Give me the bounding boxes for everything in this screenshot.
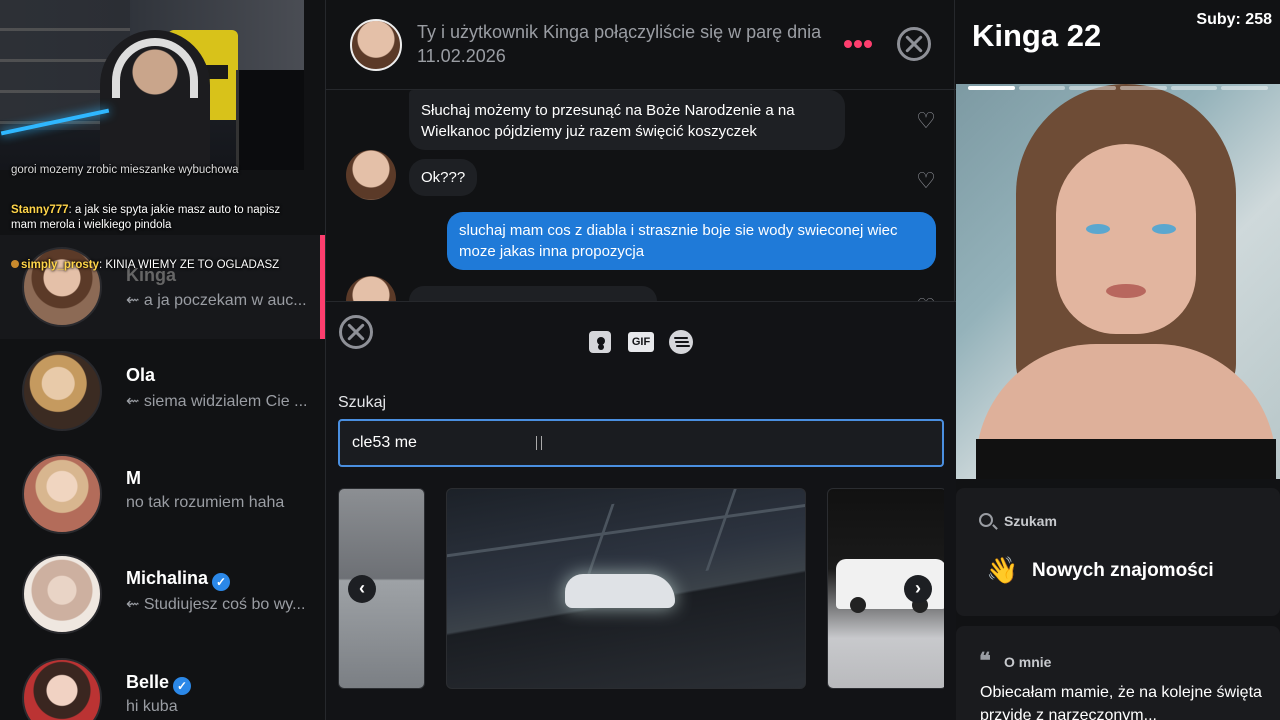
conversation-preview-text: a ja poczekam w auc...: [143, 292, 307, 309]
seeking-card: Szukam 👋 Nowych znajomości: [956, 488, 1280, 616]
about-text: Obiecałam mamie, że na kolejne święta pr…: [980, 684, 1262, 720]
photo-eye: [1152, 224, 1176, 234]
photo-progress-segment[interactable]: [1018, 86, 1066, 90]
profile-photo[interactable]: [956, 84, 1280, 479]
reply-arrow-icon: ⇜: [126, 596, 140, 613]
conversation-preview: ⇜ Studiujesz coś bo wy...: [126, 594, 316, 614]
match-avatar[interactable]: [350, 19, 402, 71]
conversation-preview-text: hi kuba: [126, 698, 178, 715]
gif-result[interactable]: [446, 488, 806, 689]
profile-name-age: Kinga 22: [972, 18, 1102, 53]
profile-panel: Kinga 22 Suby: 258 Szukam 👋 Nowych znajo…: [956, 0, 1280, 720]
conversation-item-ola[interactable]: Ola ⇜ siema widzialem Cie ...: [0, 339, 325, 443]
conversation-item-kinga[interactable]: Kinga ⇜ a ja poczekam w auc...: [0, 235, 325, 339]
gif-picker-panel: GIF Szukaj ‹ ›: [326, 301, 956, 720]
close-gif-picker-button[interactable]: [339, 315, 373, 349]
conversation-item-belle[interactable]: Belle ✓ hi kuba: [0, 646, 325, 720]
stream-chat-text: goroi mozemy zrobic mieszanke wybuchowa: [11, 164, 239, 176]
conversation-name: Belle ✓: [126, 672, 192, 695]
message-avatar: [346, 150, 396, 200]
incoming-message-partial: [409, 286, 657, 301]
conversation-preview: ⇜ siema widzialem Cie ...: [126, 391, 316, 411]
chevron-right-icon[interactable]: ›: [904, 575, 932, 603]
conversation-name-text: Michalina: [126, 568, 209, 588]
verified-icon: ✓: [212, 573, 231, 591]
stream-chat-message: goroi mozemy zrobic mieszanke wybuchowa: [11, 163, 301, 178]
conversation-name-text: Belle: [126, 672, 170, 692]
reply-arrow-icon: ⇜: [126, 393, 140, 410]
conversation-preview-text: no tak rozumiem haha: [126, 494, 285, 511]
conversation-name: Ola: [126, 365, 156, 385]
photo-eye: [1086, 224, 1110, 234]
chat-badge-icon: [11, 260, 19, 268]
photo-progress-segment[interactable]: [1221, 86, 1269, 90]
wave-icon: 👋: [986, 555, 1019, 585]
outgoing-message: sluchaj mam cos z diabla i strasznie boj…: [447, 212, 936, 270]
chat-panel: Ty i użytkownik Kinga połączyliście się …: [325, 0, 956, 720]
conversation-item-m[interactable]: M no tak rozumiem haha: [0, 442, 325, 546]
avatar: [22, 658, 102, 720]
avatar: [22, 454, 102, 534]
photo-top: [976, 439, 1276, 479]
photo-lips: [1106, 284, 1146, 298]
verified-icon: ✓: [173, 677, 192, 695]
webcam-monitor: [236, 70, 304, 170]
text-cursor-icon: [536, 436, 542, 450]
about-title: O mnie: [1004, 654, 1052, 670]
search-label: Szukaj: [338, 394, 387, 411]
close-chat-button[interactable]: [897, 27, 931, 61]
photo-face: [1056, 144, 1196, 334]
incoming-message: Słuchaj możemy to przesunąć na Boże Naro…: [409, 90, 845, 150]
gif-icon[interactable]: GIF: [628, 332, 654, 352]
photo-progress-segment[interactable]: [1170, 86, 1218, 90]
more-dots-icon[interactable]: [844, 40, 874, 48]
photo-progress-indicator: [968, 86, 1269, 90]
conversation-name: Michalina ✓: [126, 568, 231, 591]
subs-counter: Suby: 258: [1196, 11, 1272, 28]
conversation-sidebar: Kinga ⇜ a ja poczekam w auc... Ola ⇜ sie…: [0, 0, 325, 720]
avatar: [22, 554, 102, 634]
message-list: Słuchaj możemy to przesunąć na Boże Naro…: [326, 90, 956, 301]
heart-icon[interactable]: ♡: [915, 110, 937, 132]
gif-results-carousel: ‹ ›: [338, 487, 944, 690]
seeking-title: Szukam: [1004, 513, 1057, 529]
stream-chat-text: KINIA WIEMY ZE TO OGLADASZ: [105, 259, 280, 271]
stream-chat-user: simply_prosty: [21, 259, 99, 271]
incoming-message: Ok???: [409, 159, 478, 196]
message-avatar: [346, 276, 396, 301]
seeking-value: Nowych znajomości: [1032, 560, 1214, 581]
conversation-name: M: [126, 468, 141, 488]
conversation-preview: ⇜ a ja poczekam w auc...: [126, 290, 316, 310]
conversation-preview-text: Studiujesz coś bo wy...: [143, 596, 306, 613]
conversation-preview-text: siema widzialem Cie ...: [143, 393, 308, 410]
stream-chat-message: simply_prosty: KINIA WIEMY ZE TO OGLADAS…: [11, 258, 301, 273]
contact-card-icon[interactable]: [589, 331, 611, 353]
photo-progress-segment[interactable]: [1120, 86, 1167, 90]
chevron-left-icon[interactable]: ‹: [348, 575, 376, 603]
conversation-item-michalina[interactable]: Michalina ✓ ⇜ Studiujesz coś bo wy...: [0, 542, 325, 646]
match-info-text: Ty i użytkownik Kinga połączyliście się …: [417, 22, 822, 66]
heart-icon[interactable]: ♡: [915, 170, 937, 192]
chat-header: Ty i użytkownik Kinga połączyliście się …: [326, 0, 956, 90]
photo-progress-segment[interactable]: [968, 86, 1015, 90]
streamer-webcam-overlay: [0, 0, 304, 170]
photo-progress-segment[interactable]: [1069, 86, 1117, 90]
reply-arrow-icon: ⇜: [126, 292, 140, 309]
gif-car: [565, 574, 675, 608]
stream-chat-message: Stanny777: a jak sie spyta jakie masz au…: [11, 204, 281, 231]
gif-search-input[interactable]: [338, 419, 944, 467]
stream-chat-user: Stanny777: [11, 204, 69, 216]
about-card: ❝ O mnie Obiecałam mamie, że na kolejne …: [956, 626, 1280, 720]
spotify-icon[interactable]: [669, 330, 693, 354]
avatar: [22, 351, 102, 431]
search-icon: [979, 513, 993, 527]
quote-icon: ❝: [979, 648, 991, 673]
